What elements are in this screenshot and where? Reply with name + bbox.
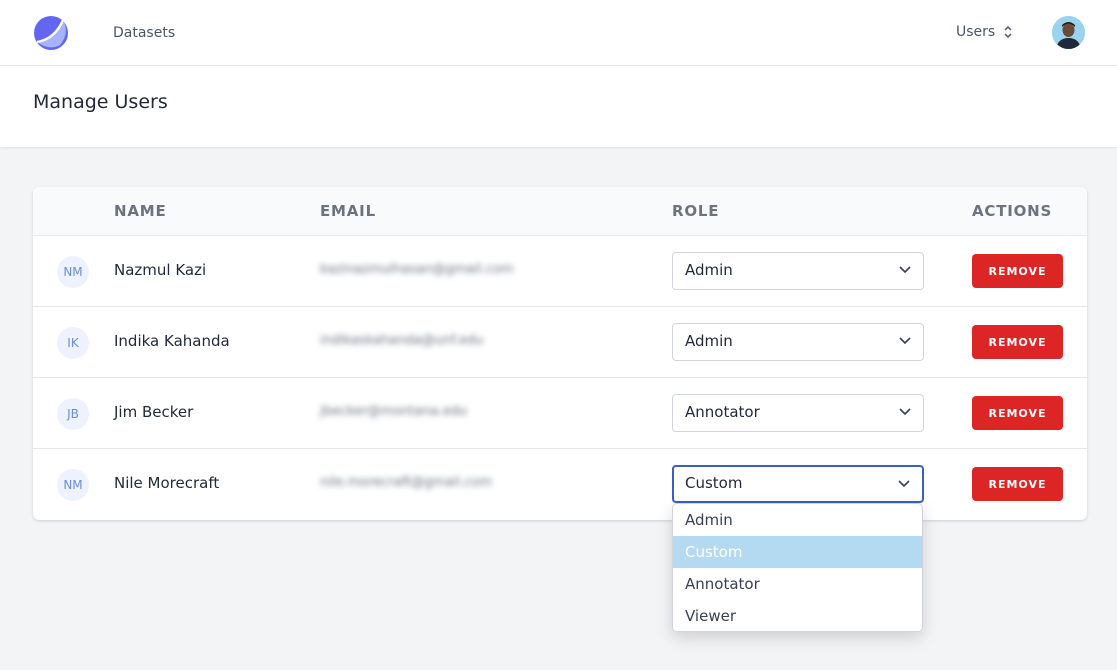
remove-button[interactable]: REMOVE <box>972 254 1063 288</box>
user-email: nile.morecraft@gmail.com <box>320 475 493 490</box>
app-logo-icon[interactable] <box>33 15 69 51</box>
top-navbar: Datasets Users <box>0 0 1117 66</box>
role-select-value: Admin <box>685 332 733 350</box>
user-email: jbecker@montana.edu <box>320 404 468 419</box>
role-option-admin[interactable]: Admin <box>673 504 922 536</box>
nav-link-datasets[interactable]: Datasets <box>113 25 175 41</box>
role-option-viewer[interactable]: Viewer <box>673 600 922 631</box>
remove-button[interactable]: REMOVE <box>972 396 1063 430</box>
table-row: IK Indika Kahanda indikaskahanda@unf.edu… <box>33 307 1087 378</box>
table-header: NAME EMAIL ROLE ACTIONS <box>33 187 1087 236</box>
column-header-name: NAME <box>114 202 167 220</box>
role-select-value: Custom <box>685 474 743 492</box>
user-name: Nile Morecraft <box>114 474 220 492</box>
chevron-down-icon <box>898 480 910 488</box>
table-row: JB Jim Becker jbecker@montana.edu Annota… <box>33 378 1087 449</box>
users-switcher[interactable]: Users <box>956 24 1013 40</box>
user-name: Jim Becker <box>114 403 194 421</box>
role-select[interactable]: Admin <box>672 323 924 361</box>
role-select-value: Admin <box>685 261 733 279</box>
users-switcher-label: Users <box>956 24 996 40</box>
user-name: Nazmul Kazi <box>114 261 207 279</box>
role-option-annotator[interactable]: Annotator <box>673 568 922 600</box>
remove-button[interactable]: REMOVE <box>972 467 1063 501</box>
avatar: JB <box>57 398 89 430</box>
table-row: NM Nile Morecraft nile.morecraft@gmail.c… <box>33 449 1087 520</box>
chevron-down-icon <box>899 337 911 345</box>
chevron-down-icon <box>899 266 911 274</box>
avatar: NM <box>57 256 89 288</box>
column-header-role: ROLE <box>672 202 720 220</box>
role-option-custom[interactable]: Custom <box>673 536 922 568</box>
user-email: indikaskahanda@unf.edu <box>320 333 484 348</box>
chevron-down-icon <box>899 408 911 416</box>
users-table: NAME EMAIL ROLE ACTIONS NM Nazmul Kazi k… <box>33 187 1087 520</box>
user-email: kazinazmulhasan@gmail.com <box>320 262 514 277</box>
column-header-actions: ACTIONS <box>972 202 1053 220</box>
role-dropdown-menu: Admin Custom Annotator Viewer <box>672 503 923 632</box>
role-select[interactable]: Annotator <box>672 394 924 432</box>
role-select[interactable]: Custom <box>672 465 924 503</box>
role-select[interactable]: Admin <box>672 252 924 290</box>
avatar: IK <box>57 327 89 359</box>
sort-chevrons-icon <box>1004 25 1012 39</box>
table-row: NM Nazmul Kazi kazinazmulhasan@gmail.com… <box>33 236 1087 307</box>
user-name: Indika Kahanda <box>114 332 230 350</box>
page-header: Manage Users <box>0 66 1117 147</box>
page-title: Manage Users <box>33 91 168 113</box>
user-avatar[interactable] <box>1052 16 1085 49</box>
remove-button[interactable]: REMOVE <box>972 325 1063 359</box>
column-header-email: EMAIL <box>320 202 376 220</box>
role-select-value: Annotator <box>685 403 760 421</box>
avatar: NM <box>57 469 89 501</box>
